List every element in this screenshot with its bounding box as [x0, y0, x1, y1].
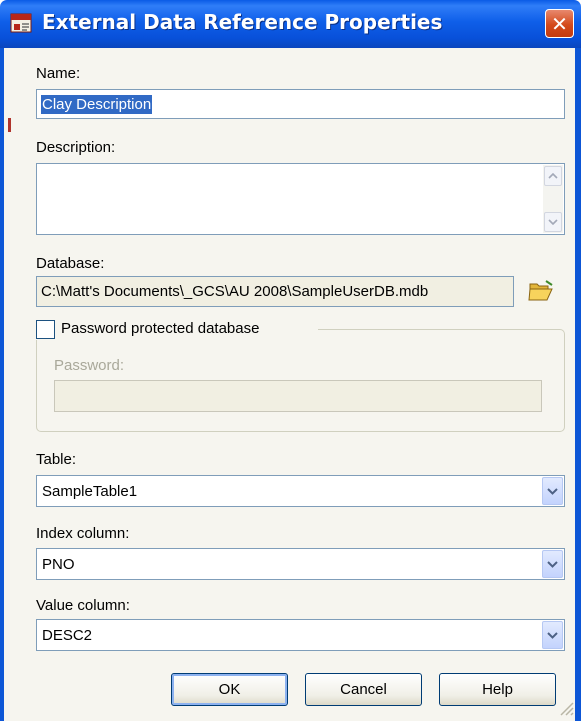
window-frame-left — [0, 48, 24, 721]
close-button[interactable]: ✕ — [545, 9, 574, 38]
table-dropdown-value: SampleTable1 — [42, 482, 138, 500]
scroll-down-button[interactable] — [544, 212, 562, 232]
table-dropdown[interactable]: SampleTable1 — [36, 475, 565, 507]
window-frame-right — [575, 48, 581, 721]
title-bar[interactable]: External Data Reference Properties ✕ — [0, 0, 581, 48]
password-input[interactable] — [54, 380, 542, 412]
chevron-down-icon — [548, 219, 558, 225]
value-column-dropdown-value: DESC2 — [42, 626, 93, 644]
value-column-label: Value column: — [36, 597, 130, 614]
app-icon — [10, 13, 32, 33]
password-protected-checkbox[interactable] — [36, 320, 55, 339]
ok-button[interactable]: OK — [171, 673, 288, 706]
cancel-button-label: Cancel — [340, 681, 387, 698]
help-button-label: Help — [482, 681, 513, 698]
index-column-label: Index column: — [36, 525, 130, 542]
index-column-dropdown[interactable]: PNO — [36, 548, 565, 580]
index-column-dropdown-button[interactable] — [542, 550, 563, 578]
name-label: Name: — [36, 65, 81, 82]
name-input[interactable]: Clay Description — [36, 89, 565, 119]
scroll-up-button[interactable] — [544, 166, 562, 186]
folder-open-icon[interactable] — [527, 277, 555, 303]
value-column-dropdown-button[interactable] — [542, 621, 563, 649]
description-input[interactable] — [36, 163, 565, 235]
table-dropdown-button[interactable] — [542, 477, 563, 505]
database-label: Database: — [36, 255, 105, 272]
cancel-button[interactable]: Cancel — [305, 673, 422, 706]
index-column-dropdown-value: PNO — [42, 555, 75, 573]
ok-button-label: OK — [218, 681, 241, 698]
chevron-down-icon — [547, 560, 558, 568]
name-input-value: Clay Description — [41, 94, 153, 114]
window-title: External Data Reference Properties — [42, 10, 443, 34]
frame-marker — [8, 118, 11, 132]
database-path-field[interactable]: C:\Matt's Documents\_GCS\AU 2008\SampleU… — [36, 276, 514, 307]
password-protected-label[interactable]: Password protected database — [61, 320, 259, 337]
database-path-value: C:\Matt's Documents\_GCS\AU 2008\SampleU… — [41, 283, 429, 300]
description-label: Description: — [36, 139, 116, 156]
table-label: Table: — [36, 451, 77, 468]
password-label: Password: — [54, 357, 125, 374]
close-icon: ✕ — [551, 11, 568, 36]
resize-grip-icon[interactable] — [555, 697, 575, 717]
description-scrollbar[interactable] — [543, 165, 563, 233]
help-button[interactable]: Help — [439, 673, 556, 706]
chevron-down-icon — [547, 487, 558, 495]
chevron-down-icon — [547, 631, 558, 639]
dialog-window: External Data Reference Properties ✕ Nam… — [0, 0, 581, 721]
chevron-up-icon — [548, 173, 558, 179]
value-column-dropdown[interactable]: DESC2 — [36, 619, 565, 651]
